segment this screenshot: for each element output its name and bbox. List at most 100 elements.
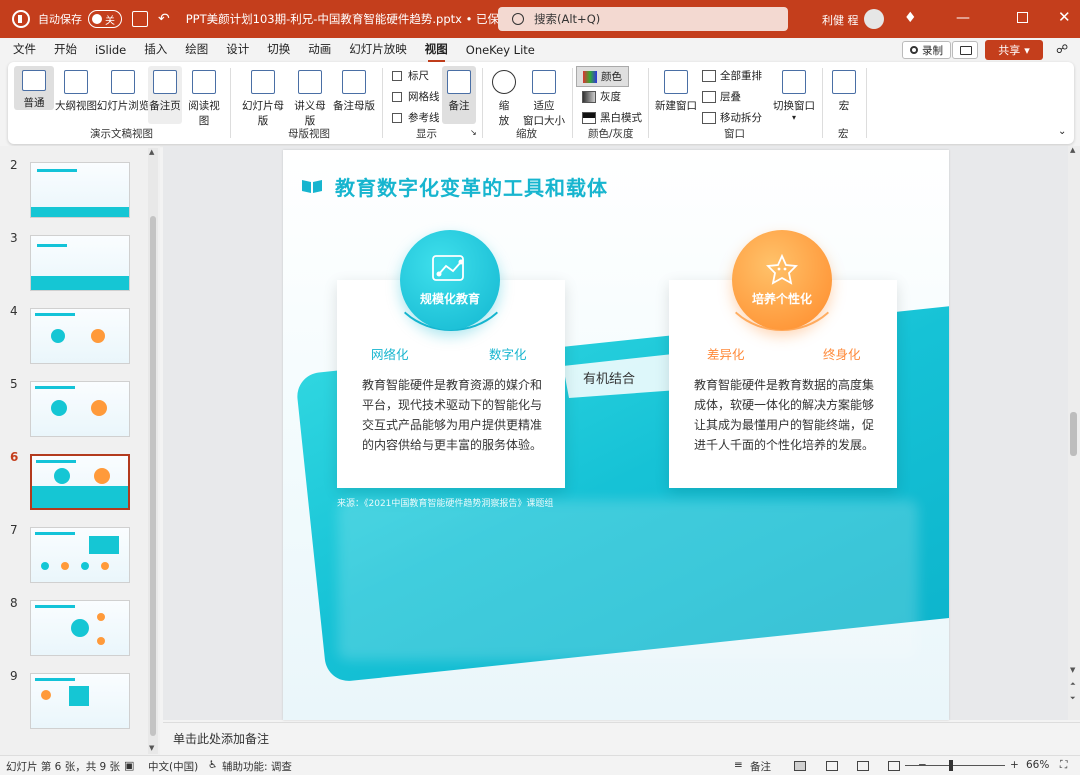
autosave-label: 自动保存 — [38, 13, 82, 26]
tab-0[interactable]: 文件 — [4, 41, 45, 62]
zoom-icon — [492, 70, 516, 94]
tab-9[interactable]: 视图 — [416, 41, 457, 62]
scroll-down-icon[interactable]: ▼ — [1070, 666, 1075, 674]
record-button[interactable]: 录制 — [902, 41, 951, 59]
thumbnail-shape — [35, 313, 75, 316]
slide-thumbnail[interactable] — [30, 600, 130, 656]
scroll-thumb[interactable] — [1070, 412, 1077, 456]
tab-5[interactable]: 设计 — [217, 41, 258, 62]
notes-page-button[interactable]: 备注页 — [148, 66, 182, 124]
notes-icon[interactable]: ≡ — [734, 759, 743, 771]
outline-view-label: 大纲视图 — [55, 100, 97, 112]
maximize-button[interactable] — [1017, 12, 1028, 23]
reading-view-button[interactable]: 阅读视图 — [184, 70, 224, 128]
user-name[interactable]: 利健 程 — [822, 12, 859, 28]
cascade-button[interactable]: 层叠 — [702, 89, 741, 104]
zoom-percent[interactable]: 66% — [1026, 759, 1049, 771]
notes-pane[interactable]: 单击此处添加备注 — [163, 722, 1080, 754]
thumbnail-scrollbar[interactable]: ▲ ▼ — [148, 148, 158, 754]
spellcheck-icon[interactable]: ▣ — [124, 759, 134, 772]
group-label-presentation-views: 演示文稿视图 — [90, 128, 153, 140]
fit-slide-icon[interactable]: ⛶ — [1060, 759, 1067, 772]
right-tag-right: 终身化 — [823, 347, 861, 362]
scroll-down-icon[interactable]: ▼ — [149, 744, 154, 752]
avatar[interactable] — [864, 9, 884, 29]
tab-6[interactable]: 切换 — [258, 41, 299, 62]
scroll-thumb[interactable] — [150, 216, 156, 736]
save-icon[interactable] — [132, 11, 148, 27]
slide-thumbnail[interactable] — [30, 235, 130, 291]
guides-label: 参考线 — [408, 112, 440, 124]
zoom-in-icon[interactable]: + — [1010, 759, 1019, 771]
ruler-checkbox[interactable]: 标尺 — [392, 68, 429, 83]
gridlines-checkbox[interactable]: 网格线 — [392, 89, 440, 104]
collapse-ribbon-icon[interactable]: ⌄ — [1058, 126, 1066, 137]
autosave-toggle[interactable]: 关 — [88, 10, 122, 28]
reading-view-status-button[interactable] — [857, 761, 869, 771]
comments-pane-icon[interactable]: ☍ — [1056, 42, 1068, 56]
share-button[interactable]: 共享 ▾ — [985, 40, 1043, 60]
normal-view-button[interactable]: 普通 — [14, 66, 54, 110]
new-window-button[interactable]: 新建窗口 — [654, 70, 698, 113]
handout-master-button[interactable]: 讲义母版 — [290, 70, 330, 128]
slide-master-button[interactable]: 幻灯片母版 — [238, 70, 288, 128]
slide-thumbnail[interactable] — [30, 308, 130, 364]
fit-to-window-button[interactable]: 适应 窗口大小 — [522, 70, 566, 128]
language-indicator[interactable]: 中文(中国) — [148, 759, 198, 774]
slide-sorter-icon — [111, 70, 135, 94]
tab-3[interactable]: 插入 — [135, 41, 176, 62]
notes-placeholder[interactable]: 单击此处添加备注 — [173, 730, 269, 747]
notes-toggle-button[interactable]: 备注 — [442, 66, 476, 124]
next-slide-icon[interactable]: ⏷ — [1070, 694, 1076, 703]
slide-thumbnail[interactable] — [30, 673, 130, 729]
arrange-all-button[interactable]: 全部重排 — [702, 68, 762, 83]
accessibility-icon[interactable]: ♿ — [208, 759, 217, 771]
undo-icon[interactable]: ↶ — [158, 11, 170, 27]
zoom-slider-thumb[interactable] — [949, 760, 953, 771]
black-white-button[interactable]: 黑白模式 — [582, 110, 642, 125]
scroll-up-icon[interactable]: ▲ — [149, 148, 154, 156]
minimize-button[interactable]: — — [956, 10, 970, 26]
zoom-button[interactable]: 缩放 — [492, 70, 516, 128]
current-slide[interactable]: 教育数字化变革的工具和载体 有机结合 网络化 数字化 教育智能硬件是教育资源的媒… — [283, 150, 949, 720]
tab-4[interactable]: 绘图 — [176, 41, 217, 62]
tab-2[interactable]: iSlide — [86, 43, 135, 62]
slide-thumbnail[interactable] — [30, 527, 130, 583]
tab-7[interactable]: 动画 — [299, 41, 340, 62]
diamond-icon[interactable]: ♦ — [904, 10, 917, 26]
connector-label: 有机结合 — [583, 372, 636, 387]
tab-1[interactable]: 开始 — [45, 41, 86, 62]
accessibility-status[interactable]: 辅助功能: 调查 — [222, 759, 292, 774]
guides-checkbox[interactable]: 参考线 — [392, 110, 440, 125]
gridlines-label: 网格线 — [408, 91, 440, 103]
slideshow-status-button[interactable] — [888, 761, 900, 771]
dialog-launcher-icon[interactable]: ↘ — [470, 128, 477, 137]
normal-view-status-button[interactable] — [794, 761, 806, 771]
search-input[interactable]: 搜索(Alt+Q) — [498, 7, 788, 31]
outline-view-button[interactable]: 大纲视图 — [52, 70, 100, 113]
tab-10[interactable]: OneKey Lite — [457, 43, 544, 62]
switch-window-button[interactable]: 切换窗口 ▾ — [770, 70, 818, 122]
zoom-slider-track[interactable] — [905, 765, 1005, 766]
close-button[interactable]: ✕ — [1058, 8, 1071, 26]
comment-button[interactable] — [952, 41, 978, 59]
grayscale-button[interactable]: 灰度 — [582, 89, 621, 104]
tab-8[interactable]: 幻灯片放映 — [340, 41, 416, 62]
slide-number: 4 — [10, 304, 18, 318]
notes-status-button[interactable]: 备注 — [750, 759, 771, 774]
previous-slide-icon[interactable]: ⏶ — [1070, 680, 1076, 689]
sorter-view-status-button[interactable] — [826, 761, 838, 771]
slide-thumbnail[interactable] — [30, 162, 130, 218]
color-button[interactable]: 颜色 — [576, 66, 629, 87]
slide-thumbnail[interactable] — [30, 381, 130, 437]
slide-scrollbar[interactable]: ▲ ▼ ⏶ ⏷ — [1068, 146, 1080, 720]
switch-window-icon — [782, 70, 806, 94]
notes-master-button[interactable]: 备注母版 — [332, 70, 376, 113]
macros-button[interactable]: 宏 — [830, 70, 858, 113]
scroll-up-icon[interactable]: ▲ — [1070, 146, 1075, 154]
reading-view-icon — [192, 70, 216, 94]
move-split-button[interactable]: 移动拆分 — [702, 110, 762, 125]
powerpoint-logo-icon — [12, 10, 30, 28]
slide-sorter-button[interactable]: 幻灯片浏览 — [96, 70, 150, 113]
slide-thumbnail[interactable] — [30, 454, 130, 510]
